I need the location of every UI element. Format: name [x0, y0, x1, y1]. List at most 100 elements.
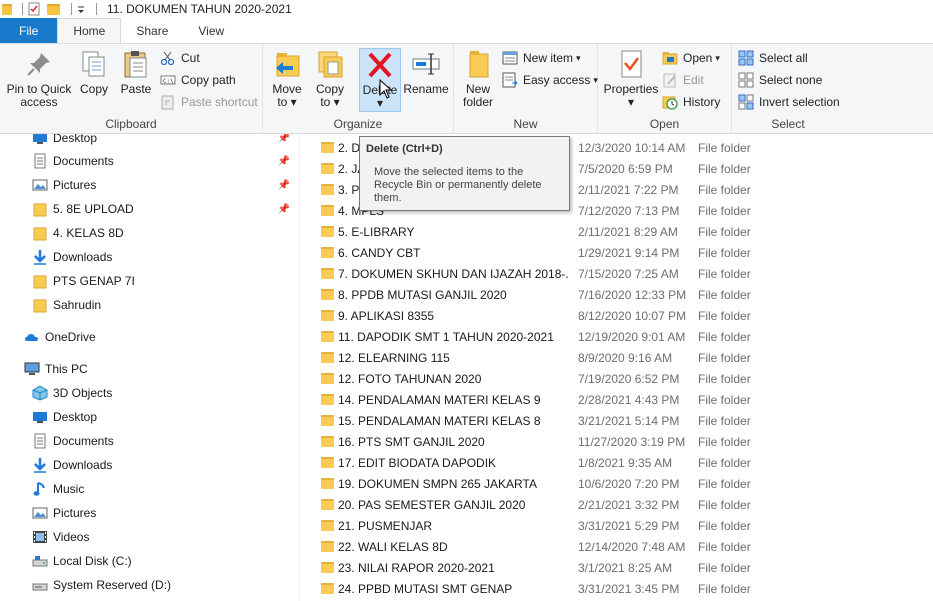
nav-item-documents-pc[interactable]: Documents	[0, 430, 298, 452]
file-row[interactable]: 11. DAPODIK SMT 1 TAHUN 2020-2021 12/19/2…	[300, 326, 933, 347]
tab-file[interactable]: File	[0, 18, 58, 43]
file-type: File folder	[698, 413, 751, 428]
file-row[interactable]: 16. PTS SMT GANJIL 2020 11/27/2020 3:19 P…	[300, 431, 933, 452]
nav-item-3d-objects[interactable]: 3D Objects	[0, 382, 298, 404]
nav-item-8e-upload[interactable]: 5. 8E UPLOAD 📌	[0, 198, 298, 220]
nav-item-label: Videos	[53, 530, 90, 544]
ribbon-tabs: File Home Share View	[0, 18, 933, 43]
move-to-button[interactable]: Move to ▾	[270, 48, 304, 109]
nav-item-pictures[interactable]: Pictures 📌	[0, 174, 298, 196]
desktop-icon	[32, 409, 48, 425]
copy-to-icon	[314, 48, 346, 80]
easy-access-icon	[502, 72, 518, 88]
easy-access-button[interactable]: Easy access ▾	[502, 70, 598, 90]
nav-item-music[interactable]: Music	[0, 478, 298, 500]
delete-x-icon	[364, 49, 396, 81]
properties-check-icon[interactable]	[27, 2, 41, 16]
file-row[interactable]: 7. DOKUMEN SKHUN DAN IJAZAH 2018-... 7/15…	[300, 263, 933, 284]
new-folder-label-2: folder	[462, 95, 494, 109]
copy-to-button[interactable]: Copy to ▾	[313, 48, 347, 109]
nav-item-label: Music	[53, 482, 85, 496]
new-item-label: New item	[523, 51, 574, 65]
rename-label: Rename	[403, 82, 449, 96]
cut-button[interactable]: Cut	[160, 48, 200, 68]
folder-icon	[32, 225, 48, 241]
file-row[interactable]: 14. PENDALAMAN MATERI KELAS 9 2/28/2021 4…	[300, 389, 933, 410]
nav-item-documents[interactable]: Documents 📌	[0, 150, 298, 172]
nav-item-downloads[interactable]: Downloads	[0, 246, 298, 268]
qat-dropdown-icon[interactable]	[76, 2, 86, 16]
select-all-button[interactable]: Select all	[738, 48, 808, 68]
select-all-label: Select all	[759, 51, 808, 65]
paste-button[interactable]: Paste	[118, 48, 154, 96]
file-row[interactable]: 17. EDIT BIODATA DAPODIK 1/8/2021 9:35 AM…	[300, 452, 933, 473]
file-type: File folder	[698, 329, 751, 344]
folder-icon	[321, 373, 334, 384]
select-group-label: Select	[771, 117, 805, 131]
folder-icon	[321, 163, 334, 174]
nav-item-system-reserved[interactable]: System Reserved (D:)	[0, 574, 298, 596]
new-folder-button[interactable]: New folder	[460, 48, 496, 109]
file-row[interactable]: 12. ELEARNING 115 8/9/2020 9:16 AM File fo…	[300, 347, 933, 368]
select-none-button[interactable]: Select none	[738, 70, 822, 90]
copy-path-button[interactable]: C:\ Copy path	[160, 70, 236, 90]
nav-item-desktop[interactable]: Desktop 📌	[0, 134, 298, 149]
file-date-modified: 12/14/2020 7:48 AM	[578, 539, 686, 554]
file-name: 9. APLIKASI 8355	[338, 308, 435, 323]
file-name: 7. DOKUMEN SKHUN DAN IJAZAH 2018-...	[338, 266, 568, 281]
nav-item-this-pc[interactable]: This PC	[0, 358, 298, 380]
select-none-label: Select none	[759, 73, 823, 87]
file-date-modified: 1/29/2021 9:14 PM	[578, 245, 680, 260]
nav-item-label: This PC	[45, 362, 88, 376]
new-item-button[interactable]: New item ▾	[502, 48, 581, 68]
rename-button[interactable]: Rename	[403, 48, 449, 96]
properties-dropdown-icon[interactable]: ▾	[628, 96, 634, 109]
pin-to-quick-access-button[interactable]: Pin to Quick access	[6, 48, 72, 109]
nav-item-label: Pictures	[53, 178, 97, 192]
file-row[interactable]: 19. DOKUMEN SMPN 265 JAKARTA 10/6/2020 7:…	[300, 473, 933, 494]
downloads-icon	[32, 457, 48, 473]
file-row[interactable]: 8. PPDB MUTASI GANJIL 2020 7/16/2020 12:3…	[300, 284, 933, 305]
new-folder-qat-icon[interactable]	[47, 2, 61, 16]
open-button[interactable]: Open ▾	[662, 48, 720, 68]
file-row[interactable]: 9. APLIKASI 8355 8/12/2020 10:07 PM File f…	[300, 305, 933, 326]
tab-share[interactable]: Share	[121, 18, 183, 43]
properties-button[interactable]: Properties ▾	[604, 48, 658, 109]
title-bar: 11. DOKUMEN TAHUN 2020-2021	[0, 0, 933, 18]
file-row[interactable]: 22. WALI KELAS 8D 12/14/2020 7:48 AM File …	[300, 536, 933, 557]
tab-view[interactable]: View	[183, 18, 239, 43]
paste-shortcut-button[interactable]: Paste shortcut	[160, 92, 258, 112]
downloads-icon	[32, 249, 48, 265]
nav-item-pts-genap[interactable]: PTS GENAP 7I	[0, 270, 298, 292]
file-row[interactable]: 5. E-LIBRARY 2/11/2021 8:29 AM File folder	[300, 221, 933, 242]
file-name: 12. FOTO TAHUNAN 2020	[338, 371, 482, 386]
nav-item-videos[interactable]: Videos	[0, 526, 298, 548]
file-row[interactable]: 23. NILAI RAPOR 2020-2021 3/1/2021 8:25 A…	[300, 557, 933, 578]
file-row[interactable]: 21. PUSMENJAR 3/31/2021 5:29 PM File folde…	[300, 515, 933, 536]
nav-item-kelas-8d[interactable]: 4. KELAS 8D	[0, 222, 298, 244]
cut-label: Cut	[181, 51, 200, 65]
nav-item-desktop-pc[interactable]: Desktop	[0, 406, 298, 428]
history-button[interactable]: History	[662, 92, 720, 112]
nav-item-sahrudin[interactable]: Sahrudin	[0, 294, 298, 316]
file-row[interactable]: 6. CANDY CBT 1/29/2021 9:14 PM File folder	[300, 242, 933, 263]
copy-button[interactable]: Copy	[76, 48, 112, 96]
file-type: File folder	[698, 224, 751, 239]
file-name: 23. NILAI RAPOR 2020-2021	[338, 560, 495, 575]
file-row[interactable]: 20. PAS SEMESTER GANJIL 2020 2/21/2021 3:…	[300, 494, 933, 515]
edit-button[interactable]: Edit	[662, 70, 704, 90]
nav-item-onedrive[interactable]: OneDrive	[0, 326, 298, 348]
music-icon	[32, 481, 48, 497]
file-row[interactable]: 15. PENDALAMAN MATERI KELAS 8 3/21/2021 5…	[300, 410, 933, 431]
file-type: File folder	[698, 581, 751, 596]
tab-home[interactable]: Home	[57, 18, 122, 43]
file-row[interactable]: 12. FOTO TAHUNAN 2020 7/19/2020 6:52 PM Fi…	[300, 368, 933, 389]
history-label: History	[683, 95, 721, 109]
navigation-pane: Desktop 📌 Documents 📌 Pictures 📌 5. 8E U…	[0, 134, 300, 601]
file-row[interactable]: 24. PPBD MUTASI SMT GENAP 3/31/2021 3:45 …	[300, 578, 933, 599]
nav-item-downloads-pc[interactable]: Downloads	[0, 454, 298, 476]
invert-selection-button[interactable]: Invert selection	[738, 92, 840, 112]
nav-item-pictures-pc[interactable]: Pictures	[0, 502, 298, 524]
nav-item-local-disk[interactable]: Local Disk (C:)	[0, 550, 298, 572]
folder-icon	[321, 562, 334, 573]
